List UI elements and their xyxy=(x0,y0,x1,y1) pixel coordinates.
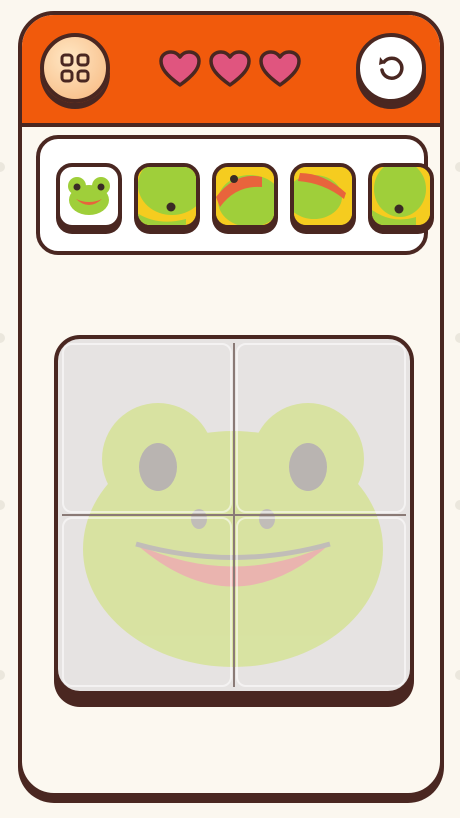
background-dot xyxy=(455,162,460,172)
piece-art xyxy=(294,167,352,225)
board-slot[interactable] xyxy=(236,343,406,513)
background-dot xyxy=(0,333,5,343)
puzzle-board xyxy=(54,335,414,695)
reference-tile xyxy=(56,163,122,229)
puzzle-piece[interactable] xyxy=(212,163,278,229)
puzzle-piece[interactable] xyxy=(134,163,200,229)
puzzle-piece[interactable] xyxy=(290,163,356,229)
piece-tray xyxy=(36,135,434,255)
heart-icon xyxy=(159,50,201,87)
restart-button[interactable] xyxy=(356,33,426,103)
board-slot[interactable] xyxy=(62,517,232,687)
game-header xyxy=(22,15,440,127)
background-dot xyxy=(455,500,460,510)
game-frame xyxy=(18,11,444,797)
restart-icon xyxy=(379,56,404,80)
heart-icon xyxy=(209,50,251,87)
background-dot xyxy=(455,333,460,343)
frog-face-icon xyxy=(68,177,110,215)
board-slot[interactable] xyxy=(62,343,232,513)
heart-icon xyxy=(259,50,301,87)
board-slot[interactable] xyxy=(236,517,406,687)
menu-button[interactable] xyxy=(40,33,110,103)
lives-display xyxy=(158,49,302,89)
puzzle-piece[interactable] xyxy=(368,163,434,229)
background-dot xyxy=(455,670,460,680)
piece-art xyxy=(216,167,274,225)
background-dot xyxy=(0,162,5,172)
background-dot xyxy=(0,670,5,680)
piece-art xyxy=(138,167,196,225)
grid-four-icon xyxy=(60,53,90,83)
background-dot xyxy=(0,500,5,510)
piece-art xyxy=(372,167,430,225)
grid-divider-horizontal xyxy=(62,514,406,516)
